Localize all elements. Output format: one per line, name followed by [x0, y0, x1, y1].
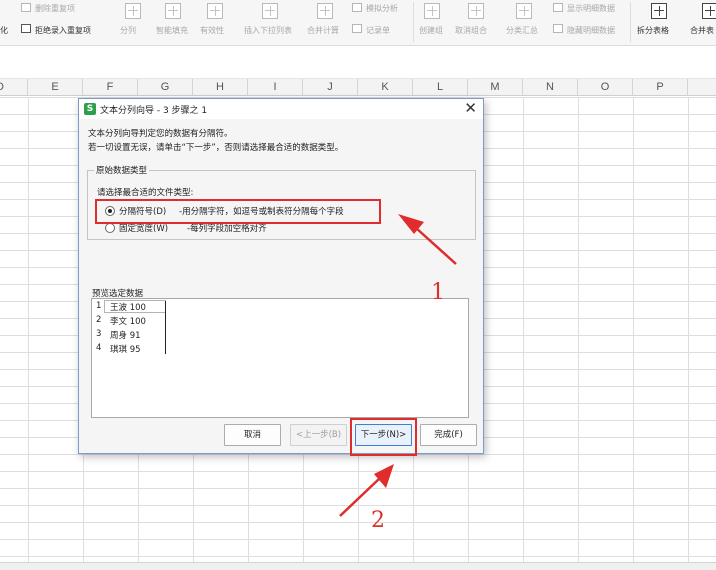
create-group-button[interactable]: 创建组: [419, 25, 443, 36]
column-header-M[interactable]: M: [468, 79, 523, 96]
annotation-box-next: [350, 418, 417, 456]
cancel-button[interactable]: 取消: [224, 424, 281, 446]
consolidate-icon: [317, 3, 333, 19]
fixed-width-radio[interactable]: [105, 223, 115, 233]
column-header-G[interactable]: G: [138, 79, 193, 96]
choose-type-label: 请选择最合适的文件类型:: [97, 188, 194, 198]
ungroup-button[interactable]: 取消组合: [455, 25, 487, 36]
simulate-analysis-button[interactable]: 模拟分析: [366, 3, 398, 14]
column-header-bar: D E F G H I J K L M N O P: [0, 79, 716, 96]
split-column-button[interactable]: 分列: [120, 25, 136, 36]
hide-detail-button[interactable]: 隐藏明细数据: [567, 25, 615, 36]
ungroup-icon: [468, 3, 484, 19]
smart-fill-icon: [165, 3, 181, 19]
subtotal-icon: [516, 3, 532, 19]
merge-table-button[interactable]: 合并表: [690, 25, 714, 36]
dialog-title: 文本分列向导 - 3 步骤之 1: [100, 106, 208, 116]
wps-app-icon: S: [84, 103, 96, 115]
column-header-F[interactable]: F: [83, 79, 138, 96]
record-icon: [352, 24, 362, 33]
annotation-box-delimited: [95, 199, 381, 224]
column-header-O[interactable]: O: [578, 79, 633, 96]
column-header-I[interactable]: I: [248, 79, 303, 96]
data-preview-box[interactable]: 1 王波 100 2 李文 100 3 周身 91 4 琪琪 95: [91, 298, 469, 418]
validity-icon: [207, 3, 223, 19]
annotation-label-2: 2: [371, 508, 385, 533]
column-header-N[interactable]: N: [523, 79, 578, 96]
insert-dropdown-button[interactable]: 插入下拉列表: [244, 25, 292, 36]
formula-bar-area: [0, 46, 716, 79]
column-header-L[interactable]: L: [413, 79, 468, 96]
consolidate-button[interactable]: 合并计算: [307, 25, 339, 36]
column-header-H[interactable]: H: [193, 79, 248, 96]
split-table-button[interactable]: 拆分表格: [637, 25, 669, 36]
record-form-button[interactable]: 记录单: [366, 25, 390, 36]
preview-column-break: [165, 301, 166, 354]
column-header-E[interactable]: E: [28, 79, 83, 96]
ribbon-cut-label[interactable]: 化: [0, 25, 8, 36]
close-icon[interactable]: ✕: [464, 100, 477, 116]
smart-fill-button[interactable]: 智能填充: [156, 25, 188, 36]
ribbon-divider: [630, 2, 631, 42]
text-to-columns-dialog: S 文本分列向导 - 3 步骤之 1 ✕ 文本分列向导判定您的数据有分隔符。 若…: [78, 98, 484, 454]
validity-button[interactable]: 有效性: [200, 25, 224, 36]
insert-dropdown-icon: [262, 3, 278, 19]
data-type-group-title: 原始数据类型: [94, 164, 150, 176]
remove-duplicates-icon: [21, 3, 31, 12]
dialog-titlebar[interactable]: S 文本分列向导 - 3 步骤之 1 ✕: [79, 99, 483, 119]
hide-detail-icon: [553, 24, 563, 33]
preview-row: 4 琪琪 95: [96, 343, 141, 355]
ribbon-divider: [413, 2, 414, 42]
dialog-description-line2: 若一切设置无误，请单击“下一步”，否则请选择最合适的数据类型。: [88, 143, 344, 153]
annotation-label-1: 1: [431, 280, 445, 305]
column-header-J[interactable]: J: [303, 79, 358, 96]
ribbon-toolbar: 删除重复项 模拟分析 显示明细数据 化 拒绝录入重复项 分列 智能填充 有效性 …: [0, 0, 716, 46]
split-table-icon: [651, 3, 667, 19]
merge-table-icon: [702, 3, 716, 19]
reject-duplicate-button[interactable]: 拒绝录入重复项: [35, 25, 91, 36]
dialog-description-line1: 文本分列向导判定您的数据有分隔符。: [88, 129, 233, 139]
preview-row: 3 周身 91: [96, 329, 141, 341]
create-group-icon: [424, 3, 440, 19]
finish-button[interactable]: 完成(F): [420, 424, 477, 446]
column-header-K[interactable]: K: [358, 79, 413, 96]
show-detail-icon: [553, 3, 563, 12]
split-column-icon: [125, 3, 141, 19]
preview-row: 1 王波 100: [96, 301, 146, 313]
prev-step-button[interactable]: <上一步(B): [290, 424, 347, 446]
reject-duplicate-icon: [21, 24, 31, 33]
horizontal-scrollbar[interactable]: [0, 562, 716, 570]
column-header-P[interactable]: P: [633, 79, 688, 96]
preview-row: 2 李文 100: [96, 315, 146, 327]
column-header-D[interactable]: D: [0, 79, 28, 96]
remove-duplicates-button[interactable]: 删除重复项: [35, 3, 75, 14]
show-detail-button[interactable]: 显示明细数据: [567, 3, 615, 14]
subtotal-button[interactable]: 分类汇总: [506, 25, 538, 36]
simulate-icon: [352, 3, 362, 12]
